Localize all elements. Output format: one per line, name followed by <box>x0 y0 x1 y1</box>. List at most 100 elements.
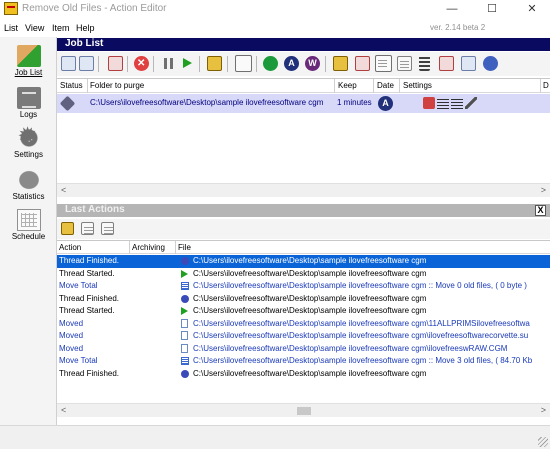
action-cell: Move Total <box>59 281 98 290</box>
app-icon <box>4 2 18 15</box>
column-archiving[interactable]: Archiving <box>132 243 165 252</box>
job-list-hscrollbar[interactable]: < > <box>57 183 550 197</box>
table-row[interactable]: Moved C:\Users\ilovefreesoftware\Desktop\… <box>57 343 550 356</box>
close-window-button[interactable]: ✕ <box>512 0 550 19</box>
action-cell: Thread Started. <box>59 306 115 315</box>
scroll-left-arrow[interactable]: < <box>61 185 66 195</box>
resize-grip-icon[interactable] <box>538 437 548 447</box>
file-page-icon <box>181 318 188 328</box>
last-actions-title: Last Actions <box>65 204 125 215</box>
table-row[interactable]: Move Total C:\Users\ilovefreesoftware\Des… <box>57 355 550 368</box>
menu-help[interactable]: Help <box>76 23 95 33</box>
delete-job-icon[interactable] <box>108 56 123 71</box>
refresh-icon[interactable] <box>61 222 74 235</box>
sidebar-item-settings[interactable]: Settings <box>0 123 57 159</box>
action-cell: Moved <box>59 331 84 340</box>
sidebar-item-label: Statistics <box>12 192 45 201</box>
job-list-table: Status Folder to purge Keep Date Setting… <box>57 78 550 196</box>
version-label: ver. 2.14 beta 2 <box>430 23 486 32</box>
settings-grid-icon <box>437 97 449 109</box>
table-row[interactable]: Thread Started. C:\Users\ilovefreesoftwar… <box>57 305 550 318</box>
copy-job-icon[interactable] <box>79 56 94 71</box>
minimize-button[interactable]: — <box>432 0 472 19</box>
table-row[interactable]: Thread Finished. C:\Users\ilovefreesoftwa… <box>57 255 550 268</box>
finished-dot-icon <box>181 369 189 378</box>
status-diamond-icon <box>59 95 76 112</box>
schedule-c-icon[interactable] <box>263 56 278 71</box>
scroll-right-arrow[interactable]: > <box>541 405 546 415</box>
file-cell: C:\Users\ilovefreesoftware\Desktop\sampl… <box>193 293 427 303</box>
file-cell: C:\Users\ilovefreesoftware\Desktop\sampl… <box>193 356 533 365</box>
grid-icon[interactable] <box>397 56 412 71</box>
scroll-left-arrow[interactable]: < <box>61 405 66 415</box>
file-cell: C:\Users\ilovefreesoftware\Desktop\sampl… <box>193 318 530 328</box>
schedule-w-icon[interactable]: W <box>305 56 320 71</box>
search-icon[interactable] <box>235 55 252 72</box>
scroll-right-arrow[interactable]: > <box>541 185 546 195</box>
finished-dot-icon <box>181 257 189 265</box>
file-cell: C:\Users\ilovefreesoftware\Desktop\sampl… <box>193 268 427 278</box>
job-list-title: Job List <box>65 38 104 49</box>
table-row[interactable]: Moved C:\Users\ilovefreesoftware\Desktop\… <box>57 318 550 331</box>
table-row[interactable]: Thread Finished. C:\Users\ilovefreesoftwa… <box>57 368 550 381</box>
last-actions-table: Action Archiving File Thread Finished. C:… <box>57 240 550 403</box>
column-date[interactable]: Date <box>377 81 394 90</box>
clear-log-icon[interactable] <box>101 222 114 235</box>
table-row[interactable]: Thread Finished. C:\Users\ilovefreesoftwa… <box>57 293 550 306</box>
file-page-icon <box>181 331 188 340</box>
sidebar-item-schedule[interactable]: Schedule <box>0 209 57 241</box>
schedule-a-icon[interactable]: A <box>284 56 299 71</box>
column-keep[interactable]: Keep <box>338 81 357 90</box>
scroll-thumb[interactable] <box>297 407 311 415</box>
file-cell: C:\Users\ilovefreesoftware\Desktop\sampl… <box>193 281 527 290</box>
import-icon[interactable] <box>355 56 370 71</box>
blue-icon[interactable] <box>483 56 498 71</box>
file-cell: C:\Users\ilovefreesoftware\Desktop\sampl… <box>193 331 529 340</box>
date-schedule-icon: A <box>378 96 393 111</box>
flag-icon[interactable] <box>461 56 476 71</box>
maximize-button[interactable]: ☐ <box>472 0 512 19</box>
filter-icon[interactable] <box>375 55 392 72</box>
action-cell: Moved <box>59 318 84 328</box>
column-d[interactable]: D <box>543 81 549 90</box>
file-cell: C:\Users\ilovefreesoftware\Desktop\sampl… <box>193 306 427 315</box>
settings-red-icon <box>423 97 435 109</box>
sidebar-item-statistics[interactable]: Statistics <box>0 169 57 201</box>
last-actions-hscrollbar[interactable]: < > <box>57 403 550 417</box>
new-job-icon[interactable] <box>61 56 76 71</box>
sidebar-item-label: Settings <box>14 150 43 159</box>
table-row[interactable]: Move Total C:\Users\ilovefreesoftware\Des… <box>57 280 550 293</box>
file-cell: C:\Users\ilovefreesoftware\Desktop\sampl… <box>193 368 427 378</box>
action-cell: Move Total <box>59 356 98 365</box>
wand-red-icon[interactable] <box>439 56 454 71</box>
wand-icon[interactable] <box>419 56 430 71</box>
table-row[interactable]: Thread Started. C:\Users\ilovefreesoftwar… <box>57 268 550 281</box>
close-last-actions-button[interactable]: X <box>535 205 546 216</box>
menu-item[interactable]: Item <box>52 23 70 33</box>
menu-bar: List View Item Help ver. 2.14 beta 2 <box>0 21 550 36</box>
menu-list[interactable]: List <box>4 23 18 33</box>
title-bar: Remove Old Files - Action Editor — ☐ ✕ <box>0 0 550 19</box>
sidebar-item-label: Schedule <box>11 232 46 241</box>
run-all-icon[interactable] <box>207 56 222 71</box>
sidebar-item-job-list[interactable]: Job List <box>0 45 57 77</box>
stop-icon[interactable] <box>134 56 149 71</box>
start-play-icon <box>181 269 188 278</box>
copy-log-icon[interactable] <box>81 222 94 235</box>
column-action[interactable]: Action <box>59 243 81 252</box>
column-settings[interactable]: Settings <box>403 81 432 90</box>
column-folder[interactable]: Folder to purge <box>90 81 144 90</box>
menu-view[interactable]: View <box>25 23 44 33</box>
table-row[interactable]: C:\Users\ilovefreesoftware\Desktop\sampl… <box>57 94 550 113</box>
run-icon[interactable] <box>179 56 194 71</box>
pause-icon[interactable] <box>161 56 176 71</box>
job-list-header: Job List <box>57 38 550 51</box>
column-status[interactable]: Status <box>60 81 83 90</box>
export-icon[interactable] <box>333 56 348 71</box>
folder-path: C:\Users\ilovefreesoftware\Desktop\sampl… <box>90 98 324 107</box>
sidebar-item-logs[interactable]: Logs <box>0 87 57 119</box>
sidebar-item-label: Logs <box>19 110 38 119</box>
table-row[interactable]: Moved C:\Users\ilovefreesoftware\Desktop\… <box>57 330 550 343</box>
column-file[interactable]: File <box>178 243 191 252</box>
keep-value: 1 minutes <box>337 98 372 107</box>
